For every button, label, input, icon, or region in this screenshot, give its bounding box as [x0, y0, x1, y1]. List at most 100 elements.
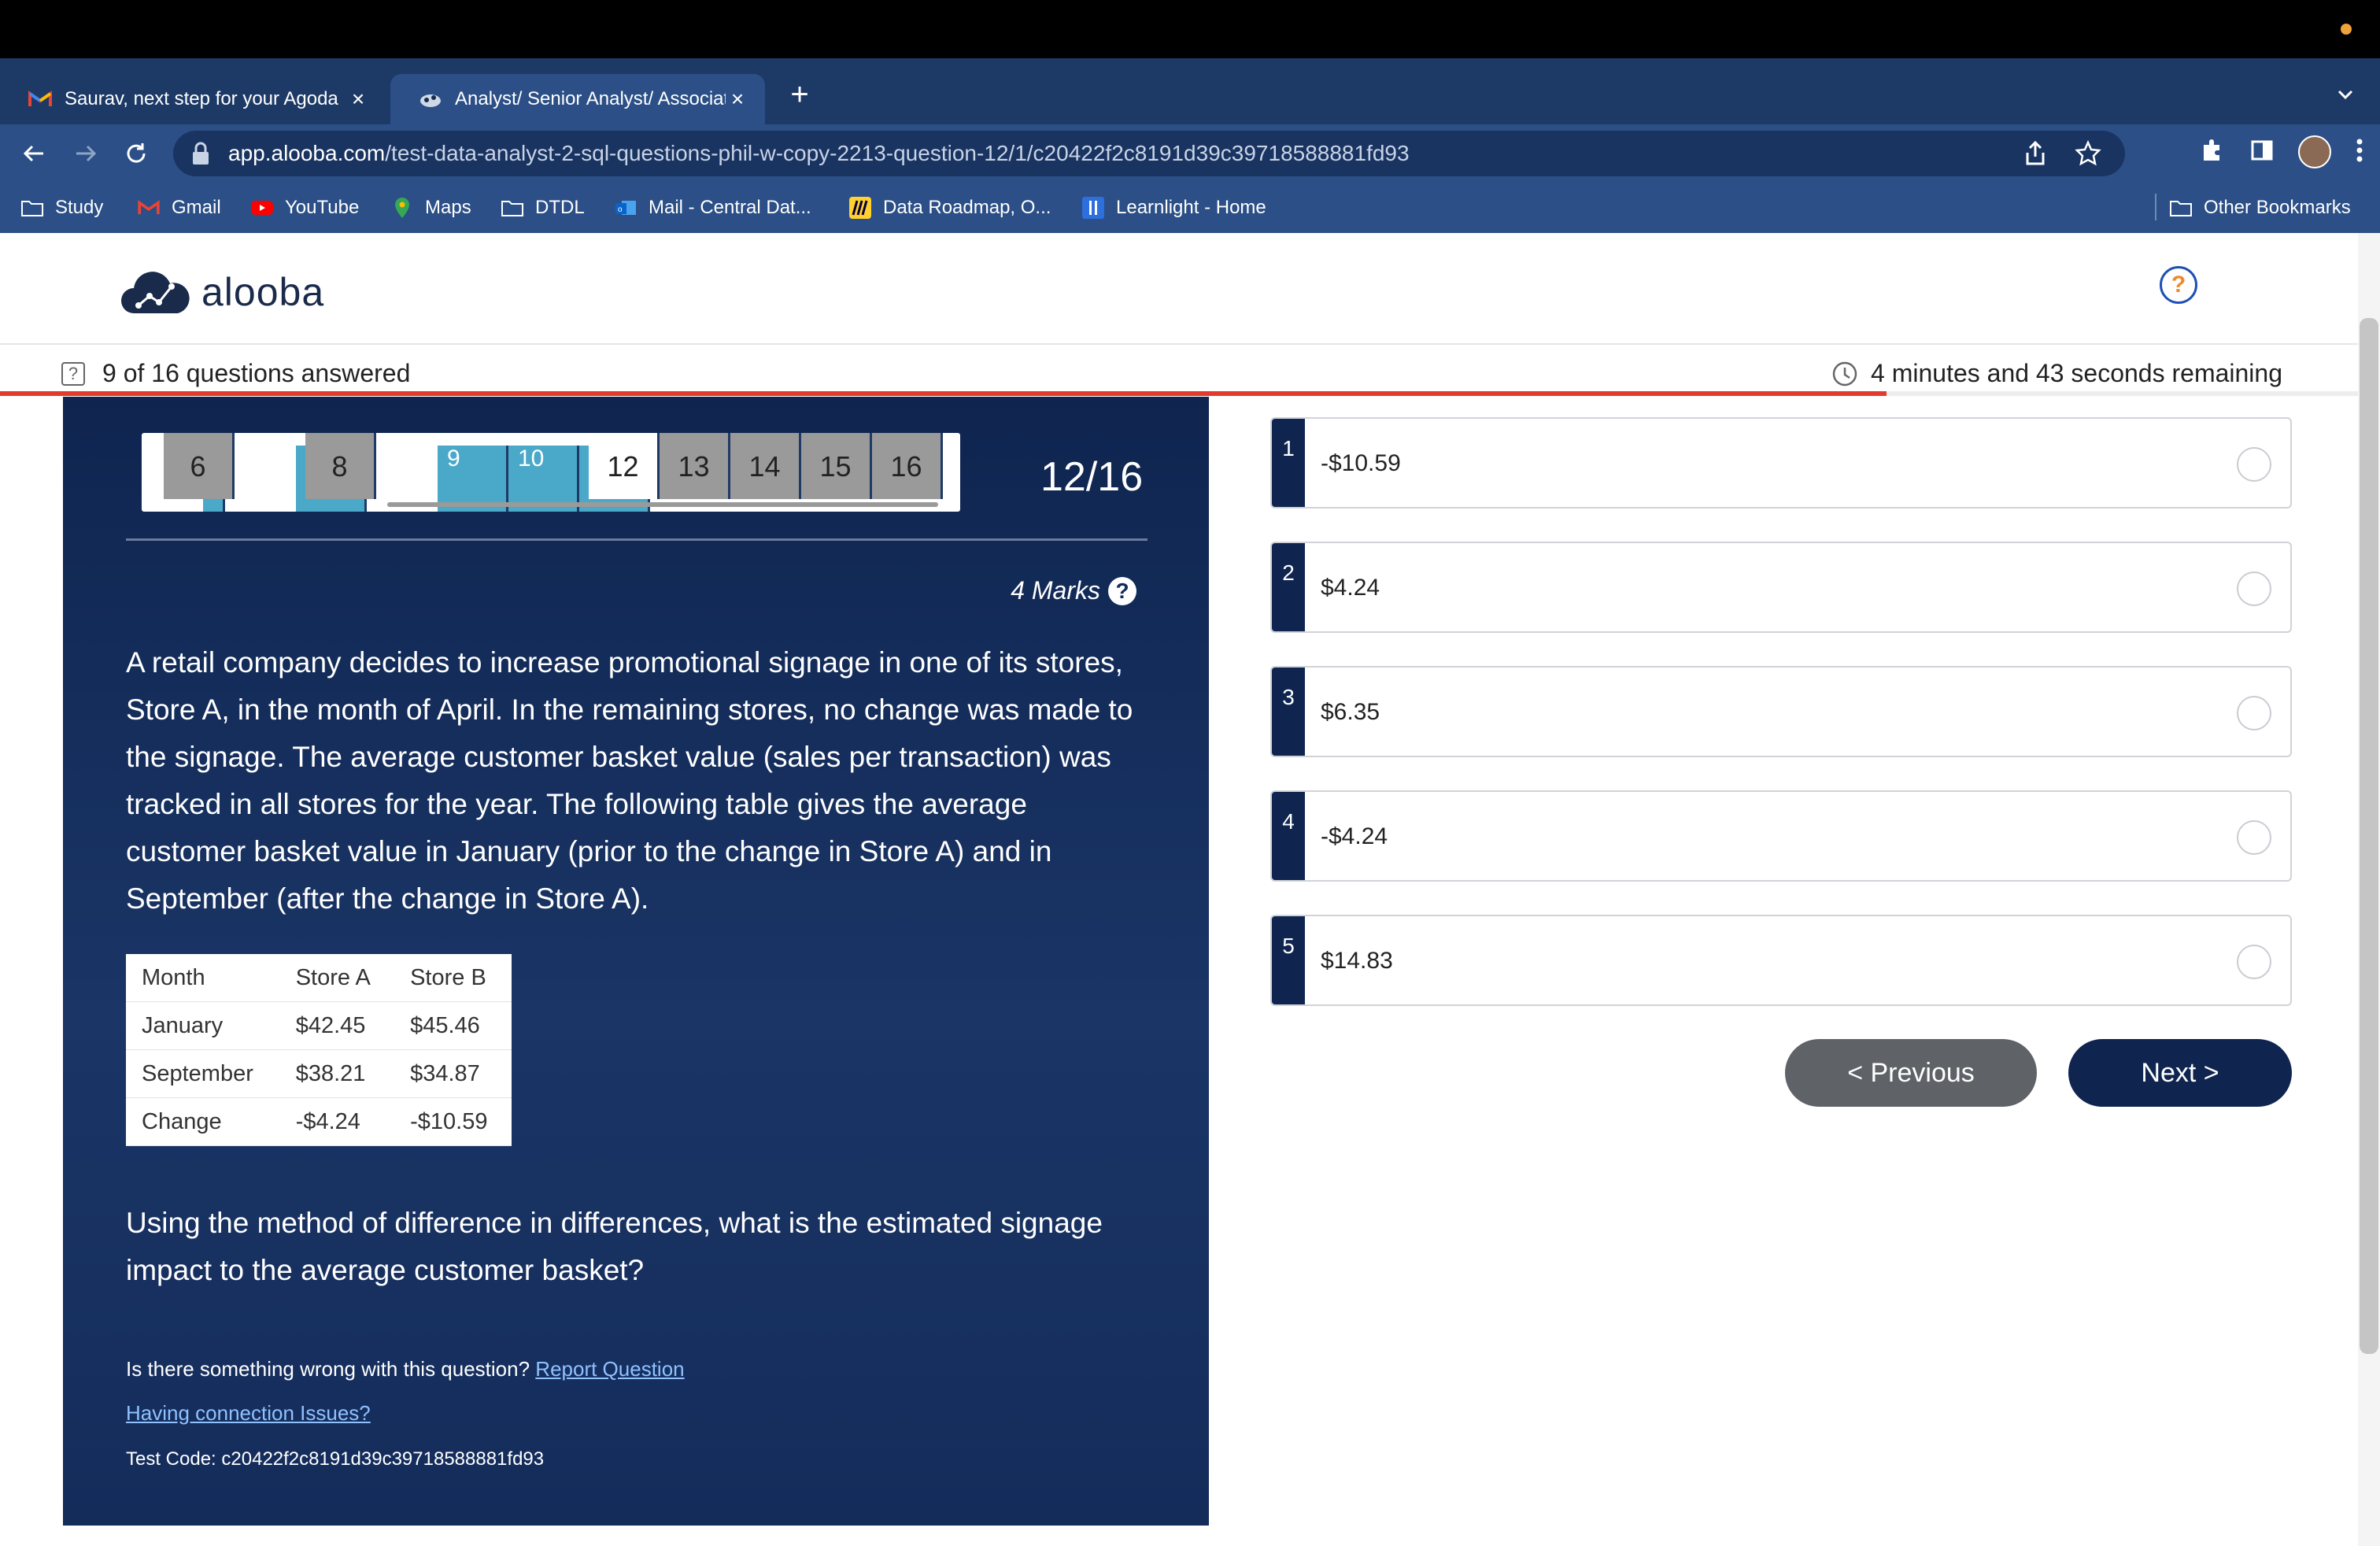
bookmark-learnlight[interactable]: Learnlight - Home [1081, 194, 1266, 222]
tab-search-chevron-icon[interactable] [2330, 79, 2361, 110]
lock-icon [190, 141, 211, 166]
report-question-link[interactable]: Report Question [535, 1357, 684, 1381]
next-button[interactable]: Next > [2068, 1039, 2292, 1107]
option-text: $14.83 [1321, 948, 1393, 974]
url-text: app.alooba.com/test-data-analyst-2-sql-q… [228, 141, 1410, 165]
option-text: -$4.24 [1321, 823, 1388, 849]
bookmark-dtdl[interactable]: DTDL [501, 194, 585, 222]
bookmark-study[interactable]: Study [20, 194, 103, 222]
status-dot-icon [2341, 24, 2352, 35]
os-menu-bar [0, 0, 2380, 58]
bookmark-other[interactable]: Other Bookmarks [2169, 194, 2351, 222]
previous-button[interactable]: < Previous [1785, 1039, 2037, 1107]
bookmark-youtube[interactable]: YouTube [250, 194, 359, 222]
tab-alooba[interactable]: Analyst/ Senior Analyst/ Associate × [390, 74, 765, 124]
side-panel-icon[interactable] [2249, 138, 2275, 167]
nav-question-number: 16 [890, 450, 922, 483]
nav-question-number: 13 [678, 450, 710, 483]
option-text: $4.24 [1321, 575, 1380, 601]
address-bar[interactable]: app.alooba.com/test-data-analyst-2-sql-q… [173, 131, 2125, 176]
profile-avatar[interactable] [2298, 135, 2331, 168]
table-cell: Change [126, 1097, 280, 1146]
test-status-bar: ? 9 of 16 questions answered 4 minutes a… [0, 346, 2358, 395]
bookmark-outlook[interactable]: o Mail - Central Dat... [614, 194, 811, 222]
bookmark-separator [2155, 194, 2156, 220]
bookmark-gmail[interactable]: Gmail [137, 194, 221, 222]
table-row: September $38.21 $34.87 [126, 1049, 512, 1098]
question-counter: 12/16 [1040, 454, 1144, 500]
page-scrollbar-thumb[interactable] [2360, 318, 2378, 1354]
alooba-logo[interactable]: alooba [118, 264, 324, 320]
bookmark-miro[interactable]: Data Roadmap, O... [848, 194, 1051, 222]
option-radio[interactable] [2237, 945, 2271, 979]
nav-question-8[interactable]: 8 [305, 433, 376, 499]
marks-help-icon[interactable]: ? [1108, 576, 1136, 605]
forward-arrow-icon[interactable] [68, 135, 104, 172]
gmail-icon [28, 87, 52, 111]
nav-question-16[interactable]: 16 [872, 433, 943, 499]
tab-strip: Saurav, next step for your Agoda × Analy… [0, 58, 2380, 124]
answer-option-5[interactable]: 5 $14.83 [1270, 915, 2292, 1006]
report-question-line: Is there something wrong with this quest… [126, 1357, 685, 1381]
kebab-menu-icon[interactable] [2355, 137, 2364, 168]
extensions-puzzle-icon[interactable] [2199, 137, 2226, 168]
test-code: Test Code: c20422f2c8191d39c39718588881f… [126, 1448, 545, 1470]
option-radio[interactable] [2237, 696, 2271, 730]
table-cell: $42.45 [279, 1001, 395, 1050]
table-row: Change -$4.24 -$10.59 [126, 1097, 512, 1146]
folder-icon [2169, 196, 2193, 220]
time-remaining: 4 minutes and 43 seconds remaining [1831, 359, 2282, 388]
questions-answered: ? 9 of 16 questions answered [61, 359, 410, 388]
option-radio[interactable] [2237, 820, 2271, 855]
browser-toolbar: app.alooba.com/test-data-analyst-2-sql-q… [0, 124, 2380, 183]
question-marks: 4 Marks ? [1011, 576, 1136, 605]
option-radio[interactable] [2237, 571, 2271, 606]
option-number: 4 [1282, 809, 1295, 834]
table-header-row: Month Store A Store B [126, 954, 512, 1002]
nav-question-number: 9 [447, 446, 460, 472]
panel-divider [126, 538, 1148, 541]
table-row: January $42.45 $45.46 [126, 1001, 512, 1050]
answer-option-1[interactable]: 1 -$10.59 [1270, 417, 2292, 509]
option-radio[interactable] [2237, 447, 2271, 482]
outlook-icon: o [614, 196, 638, 220]
option-text: $6.35 [1321, 699, 1380, 725]
youtube-icon [250, 196, 274, 220]
nav-question-14[interactable]: 14 [730, 433, 801, 499]
new-tab-button[interactable]: + [784, 79, 815, 110]
question-panel: 678910111213141516 12/16 4 Marks ? A ret… [63, 397, 1209, 1526]
nav-question-12[interactable]: 12 [589, 433, 660, 499]
close-icon[interactable]: × [726, 87, 749, 111]
reload-icon[interactable] [118, 135, 154, 172]
option-number-bar [1272, 792, 1305, 880]
question-ask: Using the method of difference in differ… [126, 1207, 1103, 1286]
close-icon[interactable]: × [346, 87, 370, 111]
nav-question-number: 8 [331, 450, 348, 483]
answer-option-2[interactable]: 2 $4.24 [1270, 542, 2292, 633]
option-number: 1 [1282, 436, 1295, 460]
tab-title: Analyst/ Senior Analyst/ Associate [455, 88, 726, 109]
nav-question-6[interactable]: 6 [164, 433, 235, 499]
time-progress-fill [0, 391, 1887, 396]
option-number: 2 [1282, 560, 1295, 585]
table-cell: $34.87 [394, 1049, 512, 1098]
bookmark-maps[interactable]: Maps [390, 194, 471, 222]
help-icon[interactable]: ? [2160, 266, 2197, 304]
bookmarks-bar: Study Gmail YouTube Maps DTDL o Mail - C… [0, 183, 2380, 234]
table-cell: -$10.59 [394, 1097, 512, 1146]
connection-issues-link[interactable]: Having connection Issues? [126, 1401, 371, 1426]
question-square-icon: ? [61, 361, 85, 386]
back-arrow-icon[interactable] [16, 135, 52, 172]
navigator-scrollbar[interactable] [387, 502, 938, 507]
tab-gmail[interactable]: Saurav, next step for your Agoda × [0, 74, 386, 124]
nav-question-15[interactable]: 15 [801, 433, 872, 499]
bookmark-star-icon[interactable] [2075, 139, 2101, 171]
question-prompt: A retail company decides to increase pro… [126, 646, 1133, 915]
answer-option-4[interactable]: 4 -$4.24 [1270, 790, 2292, 882]
answer-option-3[interactable]: 3 $6.35 [1270, 666, 2292, 757]
table-cell: $38.21 [279, 1049, 395, 1098]
nav-question-13[interactable]: 13 [660, 433, 730, 499]
share-icon[interactable] [2023, 140, 2048, 171]
nav-question-number: 14 [748, 450, 781, 483]
option-number: 5 [1282, 934, 1295, 958]
